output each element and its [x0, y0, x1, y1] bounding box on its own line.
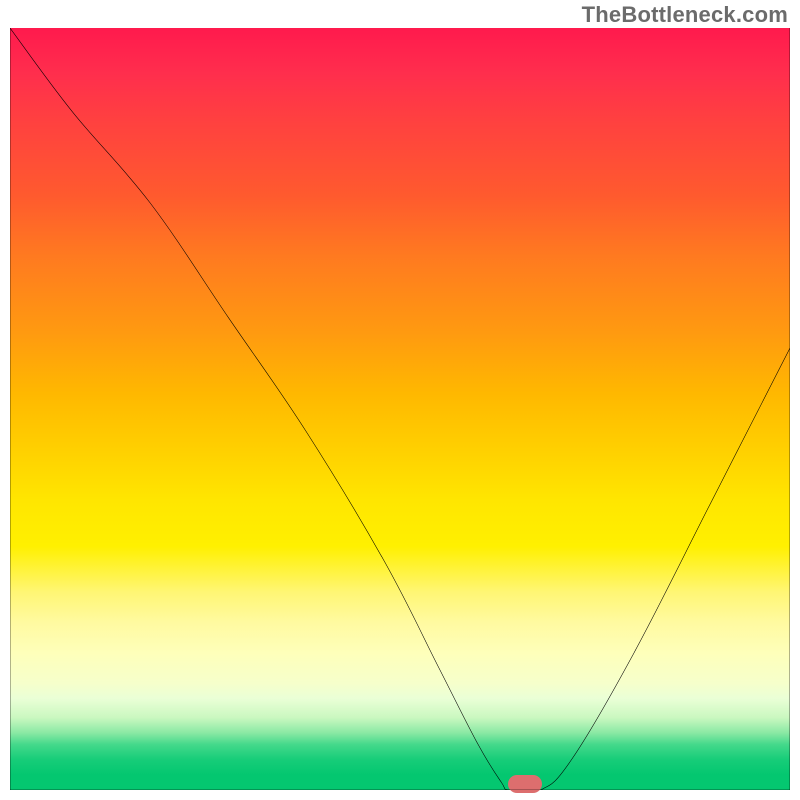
chart-area — [10, 28, 790, 790]
watermark-text: TheBottleneck.com — [582, 2, 788, 28]
axes — [10, 28, 790, 790]
